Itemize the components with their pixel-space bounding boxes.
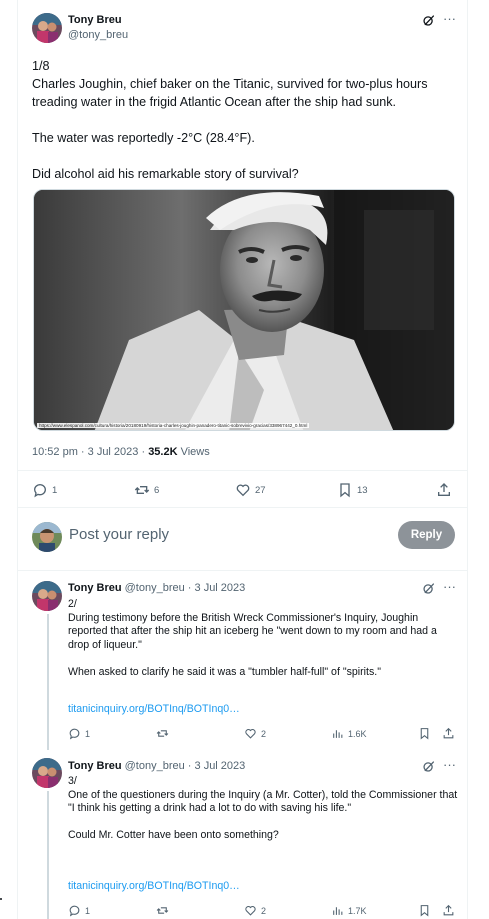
repost-action[interactable]: 6 (134, 482, 159, 498)
like-action[interactable]: 2 (244, 727, 266, 740)
tweet-time[interactable]: 10:52 pm · 3 Jul 2023 · (32, 446, 148, 458)
views-action[interactable]: 1.6K (331, 727, 367, 740)
repost-action[interactable] (156, 727, 169, 740)
reply-count: 1 (85, 905, 91, 916)
share-icon (443, 904, 454, 916)
edge-dot (0, 898, 2, 900)
views-count: 1.7K (348, 905, 367, 916)
photo-source-url: https://www.elespanol.com/cultura/histor… (37, 423, 310, 428)
share-action[interactable] (442, 904, 455, 917)
reply-count: 1 (52, 484, 58, 496)
analytics-icon (333, 730, 343, 738)
heart-icon (236, 484, 250, 497)
tweet-text: 1/8 Charles Joughin, chief baker on the … (32, 59, 428, 181)
tweet-meta: 10:52 pm · 3 Jul 2023 · 35.2K Views (32, 446, 210, 458)
reply-action[interactable]: 1 (68, 727, 90, 740)
reply-button[interactable]: Reply (398, 521, 455, 549)
reply-date[interactable]: · 3 Jul 2023 (188, 582, 245, 594)
author-name[interactable]: Tony Breu (68, 14, 122, 26)
reply-header: Tony Breu @tony_breu · 3 Jul 2023 (68, 760, 245, 772)
repost-action[interactable] (156, 904, 169, 917)
reply-author-handle[interactable]: @tony_breu (125, 582, 185, 594)
reply-icon (69, 905, 80, 917)
bookmark-action[interactable]: 13 (337, 482, 368, 498)
share-icon (438, 483, 450, 496)
like-count: 2 (261, 728, 267, 739)
share-icon (443, 727, 454, 739)
bookmark-action[interactable] (418, 904, 431, 917)
reply-link[interactable]: titanicinquiry.org/BOTInq/BOTInq0… (68, 880, 240, 892)
views-action[interactable]: 1.7K (331, 904, 367, 917)
repost-icon (134, 486, 150, 494)
author-handle[interactable]: @tony_breu (68, 29, 128, 41)
reply-icon (33, 484, 46, 498)
bookmark-icon (420, 728, 429, 740)
more-horizontal-icon[interactable]: ··· (443, 758, 456, 771)
reply-author-avatar[interactable] (32, 581, 62, 611)
heart-icon (245, 906, 256, 916)
grok-icon[interactable] (422, 760, 435, 773)
reply-count: 1 (85, 728, 91, 739)
reply-author-name[interactable]: Tony Breu (68, 760, 122, 772)
thread-connector (47, 614, 49, 750)
views-count: 1.6K (348, 728, 367, 739)
author-avatar[interactable] (32, 13, 62, 43)
views-count: 35.2K (148, 446, 178, 458)
like-action[interactable]: 2 (244, 904, 266, 917)
reply-header: Tony Breu @tony_breu · 3 Jul 2023 (68, 582, 245, 594)
reply-input[interactable]: Post your reply (69, 526, 169, 543)
divider (18, 470, 468, 471)
views-label: Views (177, 446, 210, 458)
reply-text: 3/ One of the questioners during the Inq… (68, 775, 458, 841)
repost-icon (156, 730, 169, 737)
bookmark-action[interactable] (418, 727, 431, 740)
divider (18, 570, 468, 571)
divider (18, 507, 468, 508)
current-user-avatar[interactable] (32, 522, 62, 552)
share-action[interactable] (436, 482, 452, 498)
reply-text: 2/ During testimony before the British W… (68, 598, 437, 678)
like-count: 2 (261, 905, 267, 916)
tweet-photo[interactable]: https://www.elespanol.com/cultura/histor… (33, 189, 455, 431)
reply-author-handle[interactable]: @tony_breu (125, 760, 185, 772)
repost-icon (156, 907, 169, 914)
reply-action[interactable]: 1 (32, 482, 57, 498)
reply-link[interactable]: titanicinquiry.org/BOTInq/BOTInq0… (68, 703, 240, 715)
reply-author-avatar[interactable] (32, 758, 62, 788)
share-action[interactable] (442, 727, 455, 740)
grok-icon[interactable] (422, 14, 435, 27)
bookmark-icon (340, 483, 350, 498)
grok-icon[interactable] (422, 582, 435, 595)
bookmark-icon (420, 905, 429, 917)
more-horizontal-icon[interactable]: ··· (443, 580, 456, 593)
reply-author-name[interactable]: Tony Breu (68, 582, 122, 594)
tweet-actions: 1 6 27 13 (32, 482, 456, 500)
reply-actions: 1 2 1.6K (68, 727, 458, 741)
reply-action[interactable]: 1 (68, 904, 90, 917)
thread-connector (47, 791, 49, 919)
reply-icon (69, 728, 80, 740)
reply-date[interactable]: · 3 Jul 2023 (188, 760, 245, 772)
analytics-icon (333, 907, 343, 915)
reply-actions: 1 2 1.7K (68, 904, 458, 918)
like-action[interactable]: 27 (235, 482, 266, 498)
more-horizontal-icon[interactable]: ··· (443, 12, 456, 25)
repost-count: 6 (154, 484, 160, 496)
bookmark-count: 13 (357, 484, 368, 496)
heart-icon (245, 729, 256, 739)
like-count: 27 (255, 484, 266, 496)
